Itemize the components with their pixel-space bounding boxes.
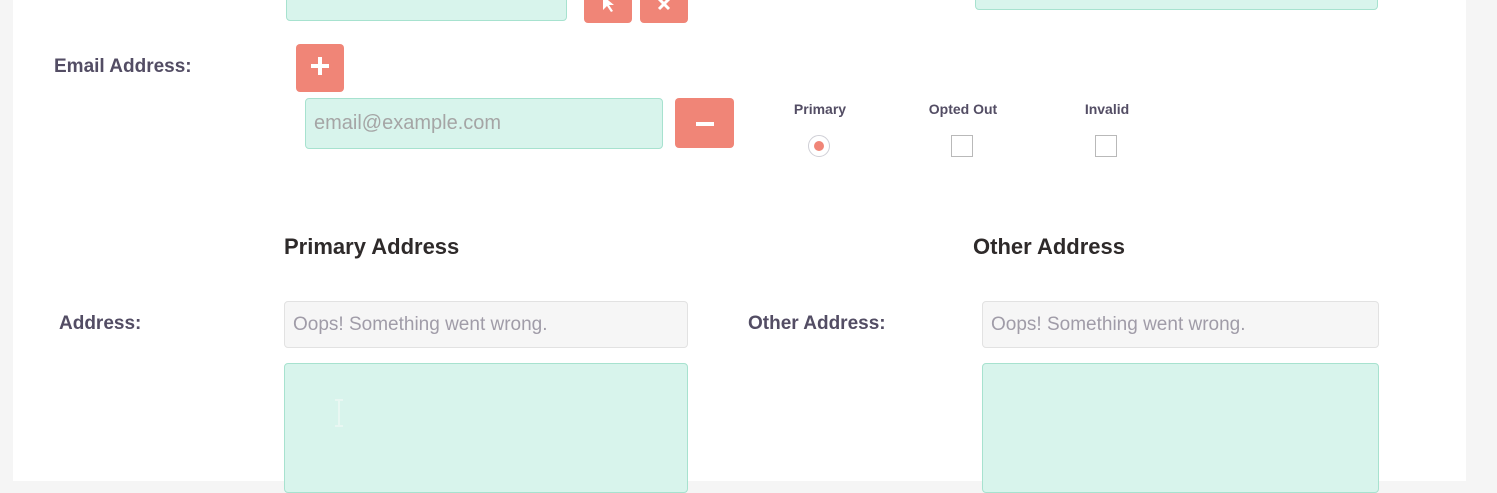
primary-column-label: Primary xyxy=(793,101,847,117)
other-address-lookup-text: Oops! Something went wrong. xyxy=(991,314,1246,335)
invalid-column-label: Invalid xyxy=(1084,101,1130,117)
invalid-checkbox[interactable] xyxy=(1095,135,1117,157)
primary-radio[interactable] xyxy=(808,135,830,157)
minus-icon xyxy=(695,114,714,132)
email-input[interactable] xyxy=(305,98,663,149)
primary-address-street-textarea[interactable] xyxy=(284,363,688,493)
text-cursor-icon xyxy=(332,398,346,433)
primary-radio-selected-dot xyxy=(814,141,824,151)
primary-address-lookup-field: Oops! Something went wrong. xyxy=(284,301,688,348)
previous-field-input[interactable] xyxy=(286,0,567,21)
other-address-street-textarea[interactable] xyxy=(982,363,1379,493)
clear-icon xyxy=(657,0,671,16)
opted-out-checkbox[interactable] xyxy=(951,135,973,157)
opted-out-column-label: Opted Out xyxy=(928,101,998,117)
email-address-label: Email Address: xyxy=(54,56,192,77)
remove-email-button[interactable] xyxy=(675,98,734,148)
clear-button[interactable] xyxy=(640,0,688,23)
primary-address-heading: Primary Address xyxy=(284,234,460,259)
address-label: Address: xyxy=(59,313,142,334)
form-panel: Email Address: Primary Opted Out Invalid… xyxy=(13,0,1466,493)
previous-field-right-input[interactable] xyxy=(975,0,1378,10)
other-address-label: Other Address: xyxy=(748,313,886,334)
primary-address-lookup-text: Oops! Something went wrong. xyxy=(293,314,548,335)
add-email-button[interactable] xyxy=(296,44,344,92)
select-arrow-icon xyxy=(598,0,618,19)
other-address-heading: Other Address xyxy=(973,234,1126,259)
other-address-lookup-field: Oops! Something went wrong. xyxy=(982,301,1379,348)
plus-icon xyxy=(309,55,331,82)
select-button[interactable] xyxy=(584,0,632,23)
